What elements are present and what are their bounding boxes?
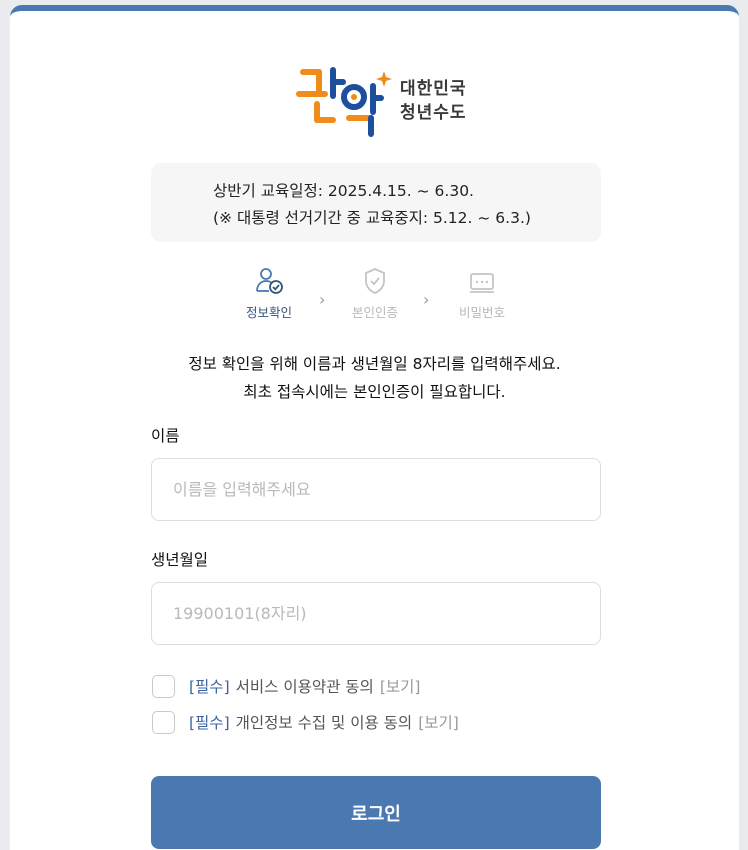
password-icon — [470, 273, 494, 293]
terms-agreement-text: 서비스 이용약관 동의 — [235, 678, 374, 696]
notice-line2: (※ 대통령 선거기간 중 교육중지: 5.12. ~ 6.3.) — [213, 209, 531, 227]
schedule-notice: 상반기 교육일정: 2025.4.15. ~ 6.30. (※ 대통령 선거기간… — [151, 163, 601, 242]
terms-agreement-row: [필수] 서비스 이용약관 동의 [보기] — [152, 674, 420, 698]
privacy-view-link[interactable]: [보기] — [418, 711, 459, 733]
shield-check-icon — [365, 268, 385, 294]
name-input[interactable] — [151, 458, 601, 521]
required-tag: [필수] — [189, 714, 230, 732]
step-label: 본인인증 — [351, 305, 398, 320]
birthdate-label: 생년월일 — [151, 551, 209, 569]
privacy-agreement-text: 개인정보 수집 및 이용 동의 — [235, 714, 413, 732]
terms-view-link[interactable]: [보기] — [380, 675, 421, 697]
step-identity-verification: 본인인증 — [335, 266, 415, 321]
login-card: 대한민국 청년수도 상반기 교육일정: 2025.4.15. ~ 6.30. (… — [10, 5, 739, 850]
progress-steps: 정보확인 › 본인인증 › 비밀번호 — [10, 266, 739, 336]
instruction-line2: 최초 접속시에는 본인인증이 필요합니다. — [243, 383, 506, 401]
chevron-right-icon: › — [423, 290, 430, 309]
user-check-icon — [256, 268, 283, 294]
terms-checkbox[interactable] — [152, 674, 175, 698]
chevron-right-icon: › — [319, 290, 326, 309]
required-tag: [필수] — [189, 678, 230, 696]
gwangju-logo: 대한민국 청년수도 — [294, 61, 484, 146]
login-button[interactable]: 로그인 — [151, 776, 601, 849]
instruction-text: 정보 확인을 위해 이름과 생년월일 8자리를 입력해주세요. 최초 접속시에는… — [10, 350, 739, 406]
name-label: 이름 — [151, 427, 180, 445]
logo-tagline-line1: 대한민국 — [400, 79, 467, 99]
instruction-line1: 정보 확인을 위해 이름과 생년월일 8자리를 입력해주세요. — [188, 355, 561, 373]
step-label: 비밀번호 — [458, 305, 505, 320]
privacy-checkbox[interactable] — [152, 710, 175, 734]
step-info-check: 정보확인 — [229, 266, 309, 321]
logo-tagline: 대한민국 청년수도 — [400, 77, 467, 125]
privacy-agreement-row: [필수] 개인정보 수집 및 이용 동의 [보기] — [152, 710, 459, 734]
logo-tagline-line2: 청년수도 — [400, 103, 467, 123]
notice-line1: 상반기 교육일정: 2025.4.15. ~ 6.30. — [213, 182, 474, 200]
step-password: 비밀번호 — [442, 266, 522, 321]
step-label: 정보확인 — [245, 305, 292, 320]
gwangyak-logo-mark-icon — [296, 67, 392, 137]
birthdate-input[interactable] — [151, 582, 601, 645]
